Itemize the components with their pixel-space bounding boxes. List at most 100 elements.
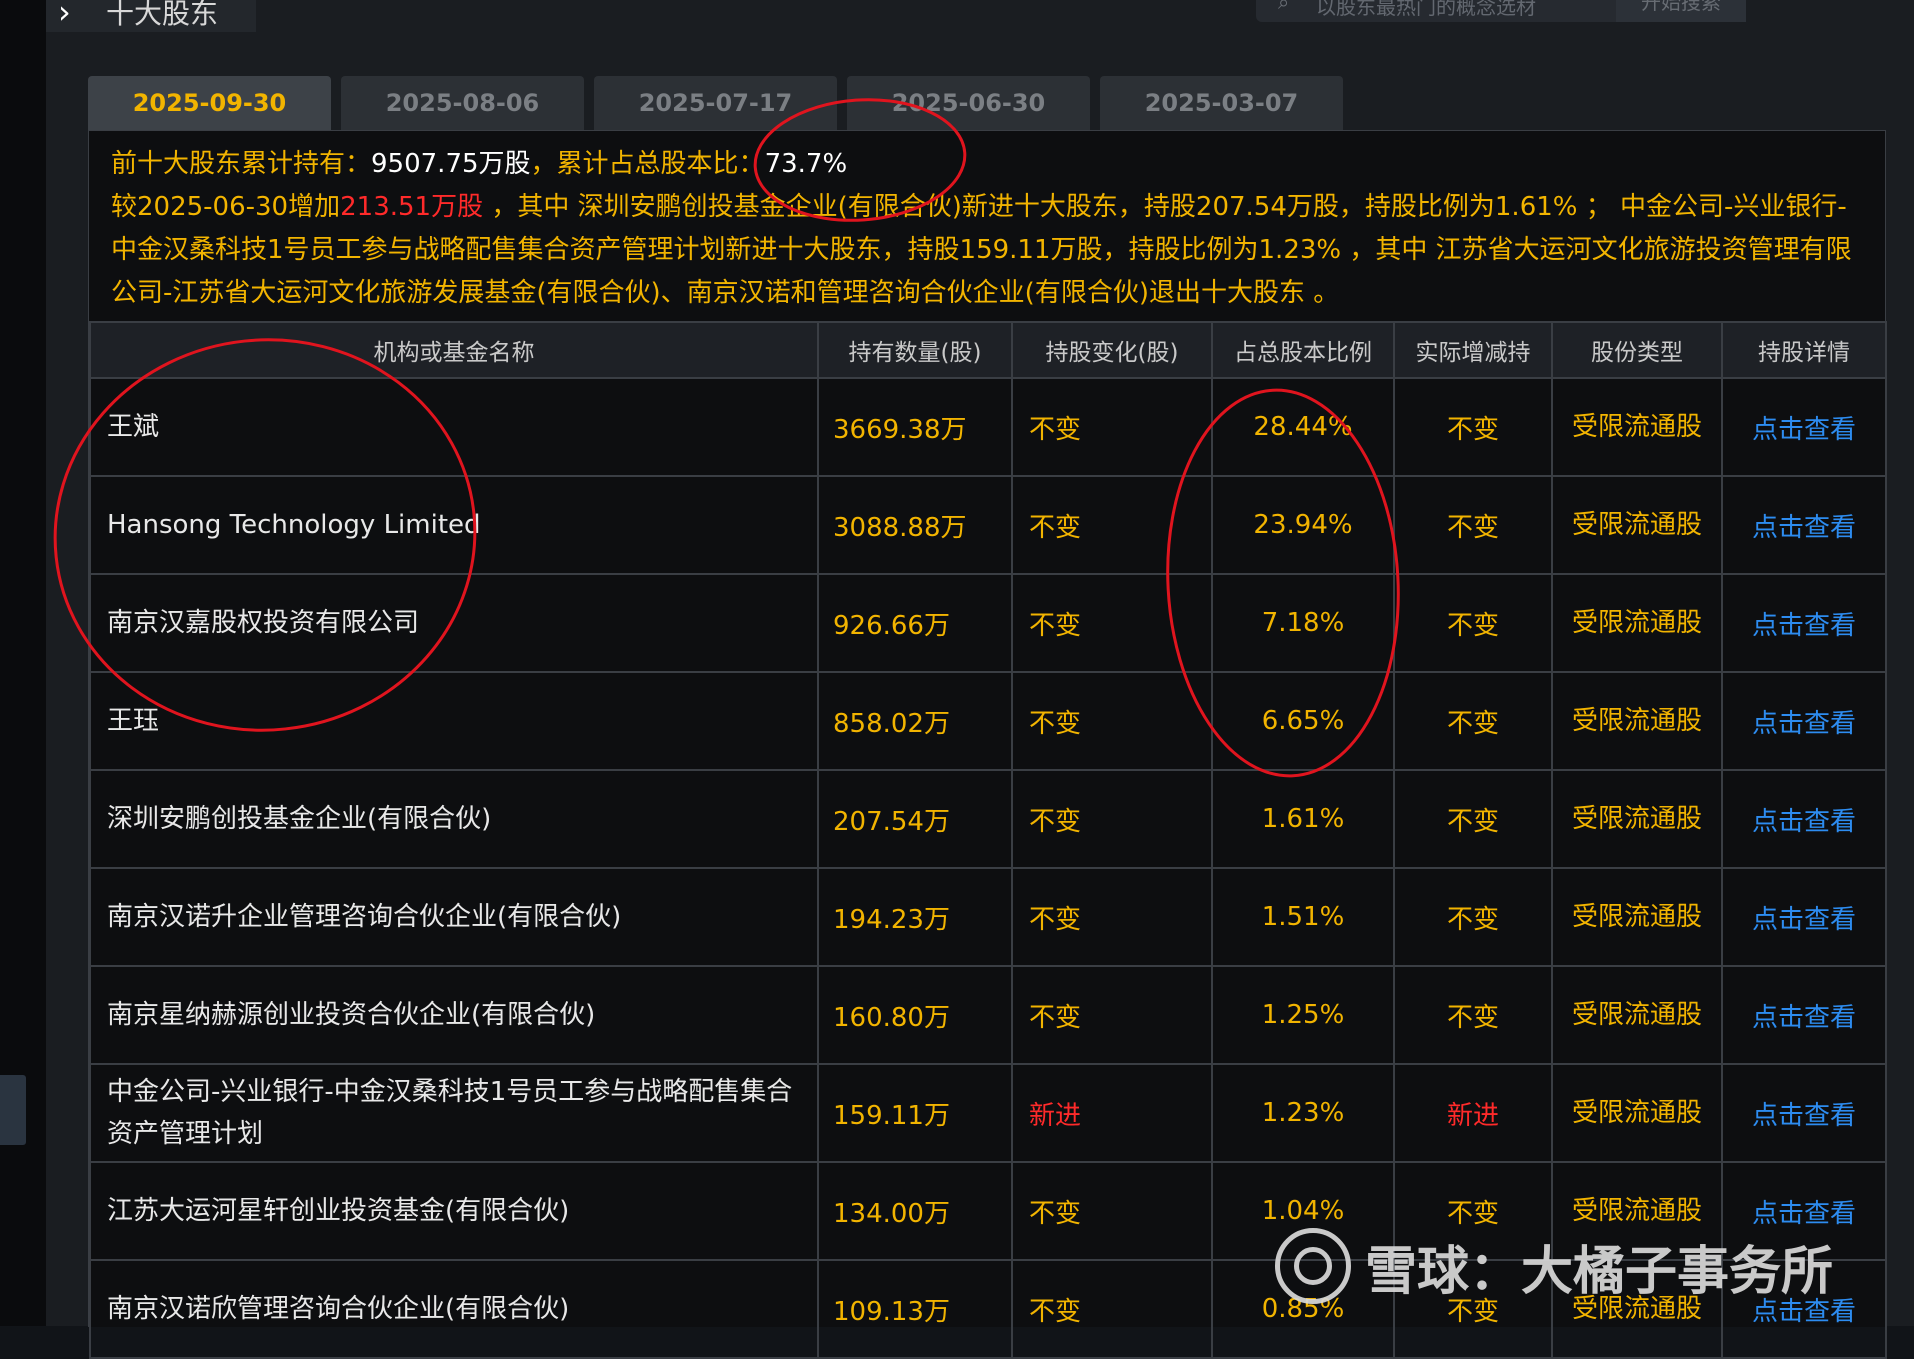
holder-name: 南京汉诺欣管理咨询合伙企业(有限合伙) <box>89 1259 819 1359</box>
holder-actual: 不变 <box>1393 867 1553 967</box>
chevron-right-icon: › <box>58 0 71 31</box>
table-row: 王斌 3669.38万 不变 28.44% 不变 受限流通股 点击查看 <box>89 377 1887 477</box>
holder-qty: 926.66万 <box>817 573 1013 673</box>
table-row: 南京星纳赫源创业投资合伙企业(有限合伙) 160.80万 不变 1.25% 不变… <box>89 965 1887 1065</box>
holder-type: 受限流通股 <box>1551 671 1723 771</box>
search-button[interactable]: 开始搜索 <box>1616 0 1746 22</box>
holder-ratio: 1.25% <box>1211 965 1395 1065</box>
holder-change: 不变 <box>1011 1161 1213 1261</box>
detail-link[interactable]: 点击查看 <box>1721 671 1887 771</box>
holder-qty: 134.00万 <box>817 1161 1013 1261</box>
summary-line-change: 较2025-06-30增加213.51万股 ，其中 深圳安鹏创投基金企业(有限合… <box>111 192 1852 308</box>
tab-2025-09-30[interactable]: 2025-09-30 <box>88 76 331 130</box>
top-ten-holders-table: 机构或基金名称 持有数量(股) 持股变化(股) 占总股本比例 实际增减持 股份类… <box>89 321 1887 1359</box>
holder-qty: 109.13万 <box>817 1259 1013 1359</box>
holder-change: 不变 <box>1011 1259 1213 1359</box>
col-header-ratio[interactable]: 占总股本比例 <box>1211 321 1395 379</box>
col-header-type[interactable]: 股份类型 <box>1551 321 1723 379</box>
table-row: 王珏 858.02万 不变 6.65% 不变 受限流通股 点击查看 <box>89 671 1887 771</box>
table-row: 南京汉诺升企业管理咨询合伙企业(有限合伙) 194.23万 不变 1.51% 不… <box>89 867 1887 967</box>
holder-qty: 159.11万 <box>817 1063 1013 1163</box>
holder-change: 不变 <box>1011 965 1213 1065</box>
holder-name: 中金公司-兴业银行-中金汉桑科技1号员工参与战略配售集合资产管理计划 <box>89 1063 819 1163</box>
holder-change: 不变 <box>1011 475 1213 575</box>
sidebar-tab-marker[interactable] <box>0 1075 26 1145</box>
holder-change: 新进 <box>1011 1063 1213 1163</box>
holder-actual: 不变 <box>1393 965 1553 1065</box>
detail-link[interactable]: 点击查看 <box>1721 965 1887 1065</box>
table-row: 中金公司-兴业银行-中金汉桑科技1号员工参与战略配售集合资产管理计划 159.1… <box>89 1063 1887 1163</box>
xueqiu-logo-icon <box>1275 1228 1351 1304</box>
holder-type: 受限流通股 <box>1551 475 1723 575</box>
holder-ratio: 6.65% <box>1211 671 1395 771</box>
col-header-actual[interactable]: 实际增减持 <box>1393 321 1553 379</box>
tab-2025-08-06[interactable]: 2025-08-06 <box>341 76 584 130</box>
main-content: › 十大股东 ⌕ 以股东最热门的概念选材 开始搜索 2025-09-30 202… <box>46 0 1914 1359</box>
detail-link[interactable]: 点击查看 <box>1721 377 1887 477</box>
holders-panel: 前十大股东累计持有：9507.75万股，累计占总股本比：73.7% 较2025-… <box>88 130 1887 1359</box>
holder-name: 王斌 <box>89 377 819 477</box>
col-header-detail[interactable]: 持股详情 <box>1721 321 1887 379</box>
tab-2025-06-30[interactable]: 2025-06-30 <box>847 76 1090 130</box>
section-header[interactable]: › 十大股东 <box>46 0 256 32</box>
holder-name: Hansong Technology Limited <box>89 475 819 575</box>
holder-qty: 207.54万 <box>817 769 1013 869</box>
holder-actual: 不变 <box>1393 769 1553 869</box>
total-shares: 9507.75万股 <box>371 149 531 179</box>
search-input[interactable]: 以股东最热门的概念选材 <box>1316 0 1536 20</box>
detail-link[interactable]: 点击查看 <box>1721 573 1887 673</box>
summary-line-total: 前十大股东累计持有：9507.75万股，累计占总股本比：73.7% <box>111 149 848 179</box>
col-header-name[interactable]: 机构或基金名称 <box>89 321 819 379</box>
section-title: 十大股东 <box>106 0 219 30</box>
holder-actual: 不变 <box>1393 671 1553 771</box>
search-icon: ⌕ <box>1278 0 1290 14</box>
holder-change: 不变 <box>1011 573 1213 673</box>
tab-2025-03-07[interactable]: 2025-03-07 <box>1100 76 1343 130</box>
holder-actual: 不变 <box>1393 475 1553 575</box>
holder-ratio: 1.51% <box>1211 867 1395 967</box>
col-header-qty[interactable]: 持有数量(股) <box>817 321 1013 379</box>
holder-actual: 不变 <box>1393 573 1553 673</box>
watermark-text: 雪球：大橘子事务所 <box>1365 1241 1834 1302</box>
col-header-change[interactable]: 持股变化(股) <box>1011 321 1213 379</box>
holder-type: 受限流通股 <box>1551 573 1723 673</box>
holder-ratio: 1.23% <box>1211 1063 1395 1163</box>
holder-actual: 新进 <box>1393 1063 1553 1163</box>
holder-name: 王珏 <box>89 671 819 771</box>
holder-name: 南京汉诺升企业管理咨询合伙企业(有限合伙) <box>89 867 819 967</box>
detail-link[interactable]: 点击查看 <box>1721 1063 1887 1163</box>
left-sidebar <box>0 0 46 1326</box>
table-row: Hansong Technology Limited 3088.88万 不变 2… <box>89 475 1887 575</box>
holder-actual: 不变 <box>1393 377 1553 477</box>
increase-amount: 213.51万股 <box>340 192 484 222</box>
table-row: 南京汉嘉股权投资有限公司 926.66万 不变 7.18% 不变 受限流通股 点… <box>89 573 1887 673</box>
holder-change: 不变 <box>1011 671 1213 771</box>
holder-change: 不变 <box>1011 867 1213 967</box>
holder-type: 受限流通股 <box>1551 867 1723 967</box>
detail-link[interactable]: 点击查看 <box>1721 867 1887 967</box>
holder-name: 江苏大运河星轩创业投资基金(有限合伙) <box>89 1161 819 1261</box>
holder-qty: 194.23万 <box>817 867 1013 967</box>
holder-type: 受限流通股 <box>1551 1063 1723 1163</box>
report-date-tabs: 2025-09-30 2025-08-06 2025-07-17 2025-06… <box>88 76 1343 130</box>
table-header-row: 机构或基金名称 持有数量(股) 持股变化(股) 占总股本比例 实际增减持 股份类… <box>89 321 1887 379</box>
holder-qty: 858.02万 <box>817 671 1013 771</box>
detail-link[interactable]: 点击查看 <box>1721 769 1887 869</box>
holder-qty: 3088.88万 <box>817 475 1013 575</box>
holder-ratio: 1.61% <box>1211 769 1395 869</box>
holder-type: 受限流通股 <box>1551 377 1723 477</box>
watermark: 雪球：大橘子事务所 <box>1275 1228 1833 1304</box>
holder-ratio: 23.94% <box>1211 475 1395 575</box>
detail-link[interactable]: 点击查看 <box>1721 475 1887 575</box>
holder-ratio: 28.44% <box>1211 377 1395 477</box>
holder-qty: 160.80万 <box>817 965 1013 1065</box>
holder-change: 不变 <box>1011 769 1213 869</box>
holder-type: 受限流通股 <box>1551 965 1723 1065</box>
holdings-summary: 前十大股东累计持有：9507.75万股，累计占总股本比：73.7% 较2025-… <box>111 143 1871 315</box>
holder-name: 深圳安鹏创投基金企业(有限合伙) <box>89 769 819 869</box>
holder-change: 不变 <box>1011 377 1213 477</box>
table-row: 深圳安鹏创投基金企业(有限合伙) 207.54万 不变 1.61% 不变 受限流… <box>89 769 1887 869</box>
holder-name: 南京汉嘉股权投资有限公司 <box>89 573 819 673</box>
tab-2025-07-17[interactable]: 2025-07-17 <box>594 76 837 130</box>
holder-qty: 3669.38万 <box>817 377 1013 477</box>
